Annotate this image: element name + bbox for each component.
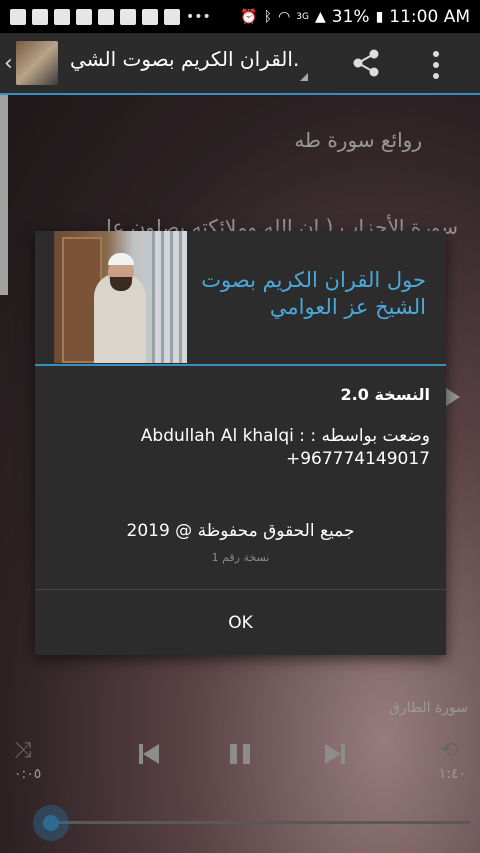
- chevron-left-icon[interactable]: ‹: [4, 51, 13, 76]
- clock: 11:00 AM: [389, 6, 470, 27]
- app-title[interactable]: القران الكريم بصوت الشي..: [70, 47, 300, 71]
- app-icon: [76, 8, 92, 25]
- share-icon[interactable]: [350, 47, 382, 79]
- version-label: النسخة 2.0: [340, 385, 430, 404]
- bluetooth-icon: ᛒ: [263, 8, 273, 25]
- notification-icon: [10, 8, 26, 25]
- signal-icon: ▲: [315, 8, 326, 25]
- help-icon: [164, 8, 180, 25]
- battery-icon: ▮: [375, 8, 384, 25]
- phone-number: +967774149017: [285, 449, 430, 469]
- wifi-icon: ◠: [278, 8, 291, 25]
- dialog-header: حول القران الكريم بصوت الشيخ عز العوامي: [35, 231, 446, 366]
- app-bar: ‹ القران الكريم بصوت الشي..: [0, 33, 480, 95]
- play-store-icon: [120, 8, 136, 25]
- status-right: ⏰ ᛒ ◠ 3G ▲ 31% ▮ 11:00 AM: [240, 7, 470, 27]
- dropdown-caret-icon: [300, 73, 308, 81]
- upload-icon: [54, 8, 70, 25]
- about-dialog: حول القران الكريم بصوت الشيخ عز العوامي …: [35, 231, 446, 655]
- build-number: نسخة رقم 1: [211, 551, 270, 564]
- status-bar: ••• ⏰ ᛒ ◠ 3G ▲ 31% ▮ 11:00 AM: [0, 0, 480, 33]
- play-store-icon: [142, 8, 158, 25]
- alarm-icon: ⏰: [240, 8, 258, 25]
- notification-icons: •••: [10, 8, 211, 25]
- battery-level: 31%: [331, 6, 370, 27]
- ok-button[interactable]: OK: [35, 590, 446, 655]
- facebook-icon: [32, 8, 48, 25]
- app-logo[interactable]: [16, 41, 58, 85]
- dialog-title: حول القران الكريم بصوت الشيخ عز العوامي: [201, 268, 426, 319]
- mail-icon: [98, 8, 114, 25]
- network-type: 3G: [296, 11, 309, 22]
- more-vert-icon[interactable]: [432, 51, 440, 79]
- copyright-text: جميع الحقوق محفوظة @ 2019: [126, 521, 355, 541]
- author-line: وضعت بواسطه : : Abdullah Al khalqi: [140, 426, 430, 446]
- sheikh-photo: [54, 231, 187, 363]
- more-notifications-icon: •••: [186, 8, 211, 25]
